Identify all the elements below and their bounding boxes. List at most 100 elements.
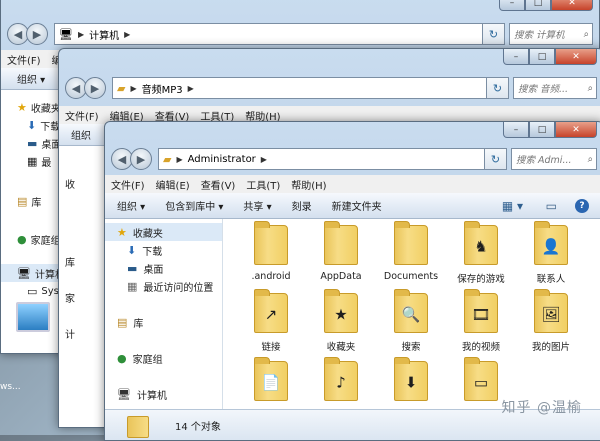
- close-button[interactable]: ✕: [551, 0, 593, 11]
- refresh-button[interactable]: ↻: [485, 148, 507, 170]
- share-button[interactable]: 共享 ▾: [243, 198, 271, 213]
- address-bar[interactable]: ▰ ▶ 音频MP3 ▶: [112, 77, 487, 99]
- menu-edit[interactable]: 编辑(E): [156, 177, 190, 192]
- folder-item[interactable]: ♪我的音乐: [309, 357, 373, 409]
- search-placeholder: 搜索 计算机: [514, 30, 565, 41]
- maximize-button[interactable]: □: [525, 0, 551, 11]
- nav-computer[interactable]: 🖥计算机: [1, 264, 60, 282]
- breadcrumb-arrow-icon: ▶: [260, 154, 267, 164]
- minimize-button[interactable]: –: [503, 49, 529, 65]
- organize-button[interactable]: 组织 ▾: [117, 198, 145, 213]
- menu-tools[interactable]: 工具(T): [246, 177, 280, 192]
- nav-label: 计: [65, 329, 75, 341]
- folder-item[interactable]: ⬇下载: [379, 357, 443, 409]
- recent-icon: ▦: [27, 154, 38, 168]
- folder-emblem-icon: 🔍: [401, 305, 421, 324]
- folder-label: 收藏夹: [326, 342, 356, 353]
- nav-library[interactable]: ▤ 库: [1, 192, 60, 210]
- item-count: 14 个对象: [175, 422, 221, 433]
- nav-favorites[interactable]: ★ 收藏夹: [1, 98, 60, 116]
- nav-item[interactable]: ★ 收藏夹: [105, 223, 222, 241]
- folder-item[interactable]: .android: [239, 221, 303, 282]
- folder-item[interactable]: AppData: [309, 221, 373, 282]
- new-folder-button[interactable]: 新建文件夹: [332, 198, 382, 213]
- breadcrumb-segment[interactable]: Administrator: [188, 154, 256, 165]
- nav-library[interactable]: 库: [59, 252, 104, 270]
- navigation-pane: ★ 收藏夹 ⬇ 下载 ▬ 桌面 ▦ 最近访问的位置 ▤ 库 ● 家庭组 🖥 计算机: [105, 219, 223, 419]
- breadcrumb-segment[interactable]: 音频MP3: [142, 81, 183, 96]
- search-input[interactable]: 搜索 计算机 ⌕: [509, 23, 593, 45]
- menu-file[interactable]: 文件(F): [111, 177, 145, 192]
- folder-item[interactable]: ♞ 保存的游戏: [449, 221, 513, 285]
- search-placeholder: 搜索 Admi...: [516, 155, 572, 166]
- folder-icon: 📄: [254, 357, 288, 401]
- minimize-button[interactable]: –: [503, 122, 529, 138]
- nav-item[interactable]: ▬ 桌面: [105, 259, 222, 277]
- folder-emblem-icon: 📄: [261, 373, 281, 392]
- nav-favorites[interactable]: 收: [59, 174, 104, 192]
- breadcrumb-segment[interactable]: 计算机: [89, 27, 119, 42]
- close-button[interactable]: ✕: [555, 49, 597, 65]
- nav-item[interactable]: ⬇ 下载: [105, 241, 222, 259]
- maximize-button[interactable]: □: [529, 49, 555, 65]
- breadcrumb-arrow-icon: ▶: [130, 83, 137, 93]
- refresh-button[interactable]: ↻: [483, 23, 505, 45]
- nav-desktop[interactable]: ▬ 桌面: [1, 134, 60, 152]
- nav-computer[interactable]: 计: [59, 324, 104, 342]
- breadcrumb-arrow-icon: ▶: [176, 154, 183, 164]
- nav-label: 家庭组: [132, 354, 163, 366]
- folder-item[interactable]: 🎞 我的视频: [449, 289, 513, 353]
- window-controls: – □ ✕: [503, 49, 597, 65]
- preview-pane-icon[interactable]: ▭: [546, 199, 557, 213]
- menu-file[interactable]: 文件(F): [7, 52, 41, 67]
- forward-button[interactable]: ▶: [130, 148, 152, 170]
- folder-item[interactable]: 👤 联系人: [519, 221, 583, 285]
- organize-button[interactable]: 组织 ▾: [17, 71, 45, 86]
- nav-label: 计算机: [136, 390, 167, 402]
- nav-label: 收: [65, 179, 75, 191]
- forward-button[interactable]: ▶: [26, 23, 48, 45]
- nav-item[interactable]: 🖥 计算机: [105, 385, 222, 403]
- burn-button[interactable]: 刻录: [292, 198, 312, 213]
- desktop-computer-icon: [16, 302, 50, 332]
- breadcrumb-arrow-icon: ▶: [77, 29, 85, 39]
- menu-help[interactable]: 帮助(H): [291, 177, 326, 192]
- nav-item[interactable]: ▤ 库: [105, 313, 222, 331]
- homegroup-icon: ●: [17, 232, 27, 246]
- view-options-icon[interactable]: ▦ ▾: [502, 199, 523, 213]
- address-bar[interactable]: 🖥 ▶ 计算机 ▶: [54, 23, 483, 45]
- address-bar[interactable]: ▰ ▶ Administrator ▶: [158, 148, 485, 170]
- download-icon: ⬇: [127, 243, 137, 257]
- window-controls: – □ ✕: [503, 122, 597, 138]
- folder-item[interactable]: 🖼 我的图片: [519, 289, 583, 353]
- organize-button[interactable]: 组织: [71, 127, 91, 142]
- search-input[interactable]: 搜索 Admi... ⌕: [511, 148, 597, 170]
- library-icon: ▤: [17, 194, 28, 208]
- folder-item[interactable]: Documents: [379, 221, 443, 282]
- folder-item[interactable]: ★ 收藏夹: [309, 289, 373, 353]
- include-in-library-button[interactable]: 包含到库中 ▾: [165, 198, 223, 213]
- nav-recent[interactable]: ▦ 最: [1, 152, 60, 170]
- maximize-button[interactable]: □: [529, 122, 555, 138]
- nav-item[interactable]: ▦ 最近访问的位置: [105, 277, 222, 295]
- folder-item[interactable]: 🔍 搜索: [379, 289, 443, 353]
- nav-item[interactable]: ● 家庭组: [105, 349, 222, 367]
- help-icon[interactable]: ?: [575, 198, 589, 213]
- star-icon: ★: [17, 100, 27, 114]
- nav-downloads[interactable]: ⬇ 下载: [1, 116, 60, 134]
- menu-view[interactable]: 查看(V): [201, 177, 236, 192]
- refresh-button[interactable]: ↻: [487, 77, 509, 99]
- search-input[interactable]: 搜索 音频... ⌕: [513, 77, 597, 99]
- nav-system-drive[interactable]: ▭ Sys: [1, 282, 60, 300]
- folder-label: Documents: [383, 271, 439, 282]
- minimize-button[interactable]: –: [499, 0, 525, 11]
- folder-item[interactable]: ↗ 链接: [239, 289, 303, 353]
- desktop-label: ws...: [0, 382, 21, 392]
- nav-homegroup[interactable]: ● 家庭组: [1, 230, 60, 248]
- folder-item[interactable]: 📄我的文档: [239, 357, 303, 409]
- forward-button[interactable]: ▶: [84, 77, 106, 99]
- computer-icon: 🖥: [17, 266, 31, 280]
- close-button[interactable]: ✕: [555, 122, 597, 138]
- nav-homegroup[interactable]: 家: [59, 288, 104, 306]
- menu-file[interactable]: 文件(F): [65, 108, 99, 123]
